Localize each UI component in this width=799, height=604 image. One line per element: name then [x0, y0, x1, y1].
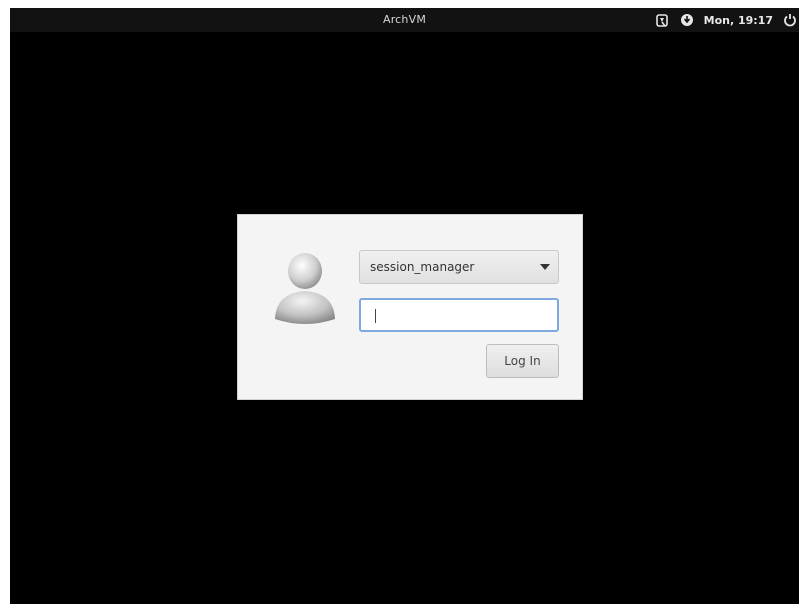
accessibility-icon[interactable] — [656, 13, 670, 27]
clock[interactable]: Mon, 19:17 — [704, 14, 773, 27]
screen: ArchVM Mon, 19:17 session_manager Log In — [10, 8, 799, 604]
user-avatar-icon — [272, 249, 338, 329]
system-tray: Mon, 19:17 — [656, 8, 799, 32]
login-dialog: session_manager Log In — [237, 214, 583, 400]
login-button[interactable]: Log In — [486, 344, 559, 378]
chevron-down-icon — [532, 264, 558, 270]
password-input[interactable] — [359, 298, 559, 332]
network-icon[interactable] — [680, 13, 694, 27]
session-select-value: session_manager — [370, 260, 475, 274]
session-select[interactable]: session_manager — [359, 250, 559, 284]
power-icon[interactable] — [783, 13, 797, 27]
top-bar: ArchVM Mon, 19:17 — [10, 8, 799, 32]
text-cursor — [375, 309, 376, 323]
